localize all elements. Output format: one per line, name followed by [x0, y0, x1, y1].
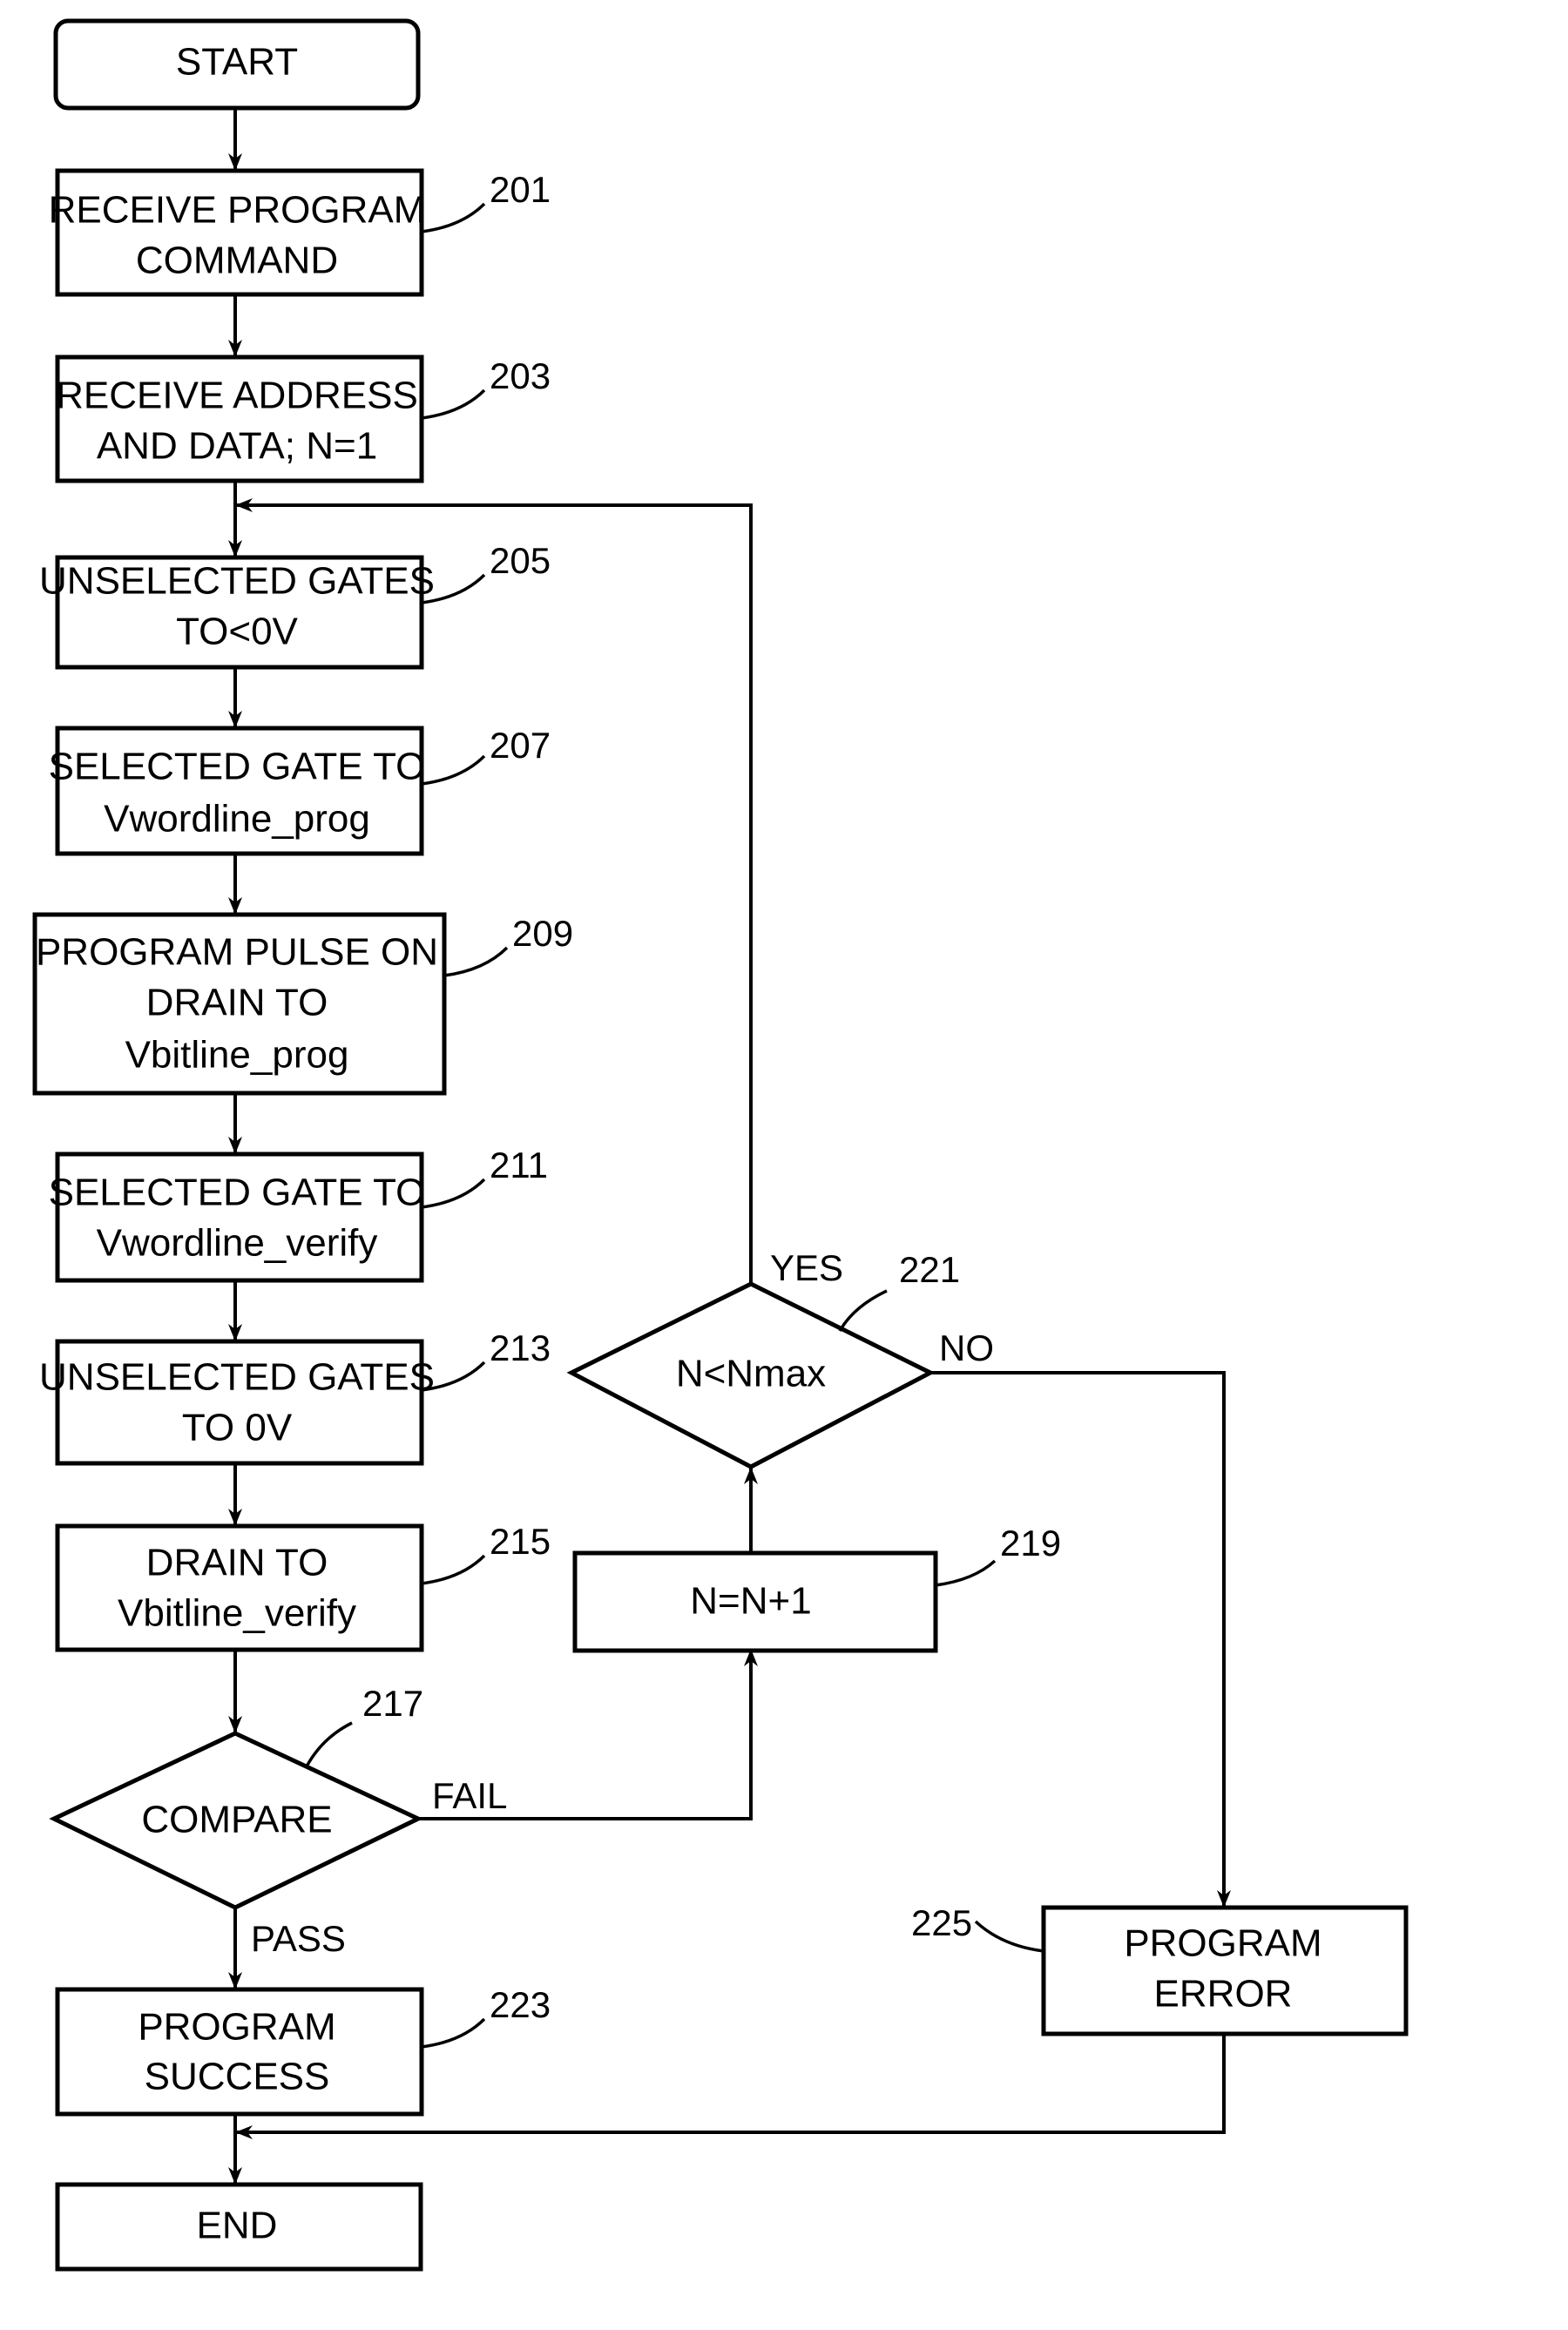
reference-number: 207	[490, 725, 551, 766]
node-label-line1: DRAIN TO	[146, 1542, 328, 1584]
node-label-line1: UNSELECTED GATES	[39, 1356, 435, 1399]
reference-leader	[421, 1178, 486, 1209]
reference-leader	[421, 388, 486, 420]
reference-number: 213	[490, 1327, 551, 1368]
reference-number: 225	[911, 1902, 972, 1943]
node-205: UNSELECTED GATES TO<0V 205	[39, 540, 551, 670]
node-label: END	[197, 2205, 278, 2247]
node-label-line2: DRAIN TO	[146, 982, 328, 1024]
node-label-line1: SELECTED GATE TO	[49, 1172, 426, 1214]
flowchart-canvas: START RECEIVE PROGRAM COMMAND 201 RECEIV…	[32, 18, 1409, 2272]
node-201: RECEIVE PROGRAM COMMAND 201	[49, 168, 551, 297]
node-label-line2: COMMAND	[136, 240, 338, 282]
node-label-line2: Vwordline_prog	[104, 798, 370, 841]
edge-label-yes: YES	[770, 1247, 843, 1288]
reference-number: 209	[512, 913, 573, 954]
node-215: DRAIN TO Vbitline_verify 215	[55, 1521, 551, 1652]
node-209: PROGRAM PULSE ON DRAIN TO Vbitline_prog …	[32, 912, 573, 1096]
edge-label-fail: FAIL	[432, 1775, 507, 1816]
node-label-line2: ERROR	[1154, 1973, 1293, 2016]
node-label-line1: PROGRAM	[1124, 1922, 1321, 1965]
node-label: COMPARE	[141, 1799, 332, 1841]
reference-number: 219	[1000, 1523, 1061, 1563]
node-label-line2: AND DATA; N=1	[97, 425, 377, 468]
node-225: PROGRAM ERROR 225	[911, 1902, 1409, 2036]
node-label-line1: PROGRAM	[138, 2006, 335, 2049]
reference-number: 203	[490, 355, 551, 396]
edge-label-no: NO	[939, 1327, 994, 1368]
node-label-line1: RECEIVE ADDRESS	[56, 375, 418, 417]
reference-number: 201	[490, 169, 551, 210]
node-label-line2: Vwordline_verify	[97, 1222, 378, 1265]
node-label: START	[176, 41, 298, 84]
node-label-line1: RECEIVE PROGRAM	[49, 189, 426, 232]
node-203: RECEIVE ADDRESS AND DATA; N=1 203	[55, 355, 551, 483]
reference-leader	[935, 1559, 997, 1587]
reference-leader	[421, 754, 486, 786]
node-label-line2: SUCCESS	[145, 2056, 330, 2098]
reference-number: 221	[899, 1249, 960, 1290]
node-label-line2: TO<0V	[176, 611, 298, 653]
node-start: START	[53, 18, 421, 111]
reference-number: 215	[490, 1521, 551, 1562]
reference-leader	[421, 1554, 486, 1585]
reference-leader	[838, 1289, 888, 1332]
reference-number: 217	[362, 1683, 423, 1724]
node-label-line2: Vbitline_verify	[118, 1592, 356, 1635]
node-label-line2: TO 0V	[182, 1407, 293, 1449]
node-219: N=N+1 219	[572, 1523, 1061, 1653]
node-207: SELECTED GATE TO Vwordline_prog 207	[49, 725, 551, 856]
reference-leader	[974, 1920, 1044, 1953]
reference-leader	[443, 946, 509, 977]
edge-221-225-no	[930, 1371, 1231, 1908]
edge-label-pass: PASS	[251, 1918, 346, 1959]
node-223: PROGRAM SUCCESS 223	[55, 1984, 551, 2117]
node-221: N<Nmax 221	[566, 1249, 960, 1469]
node-label-line1: PROGRAM PULSE ON	[36, 931, 438, 974]
node-213: UNSELECTED GATES TO 0V 213	[39, 1327, 551, 1466]
node-label-line1: SELECTED GATE TO	[49, 746, 426, 788]
node-label: N<Nmax	[676, 1353, 826, 1395]
reference-leader	[421, 2017, 486, 2049]
node-217: COMPARE 217	[49, 1683, 423, 1910]
node-211: SELECTED GATE TO Vwordline_verify 211	[49, 1145, 548, 1283]
reference-number: 211	[490, 1145, 548, 1185]
reference-number: 205	[490, 540, 551, 581]
reference-leader	[421, 202, 486, 233]
reference-number: 223	[490, 1984, 551, 2025]
node-end: END	[55, 2182, 423, 2272]
node-label-line1: UNSELECTED GATES	[39, 560, 435, 603]
node-label: N=N+1	[690, 1580, 811, 1623]
reference-leader	[305, 1721, 353, 1767]
node-label-line3: Vbitline_prog	[125, 1034, 349, 1077]
